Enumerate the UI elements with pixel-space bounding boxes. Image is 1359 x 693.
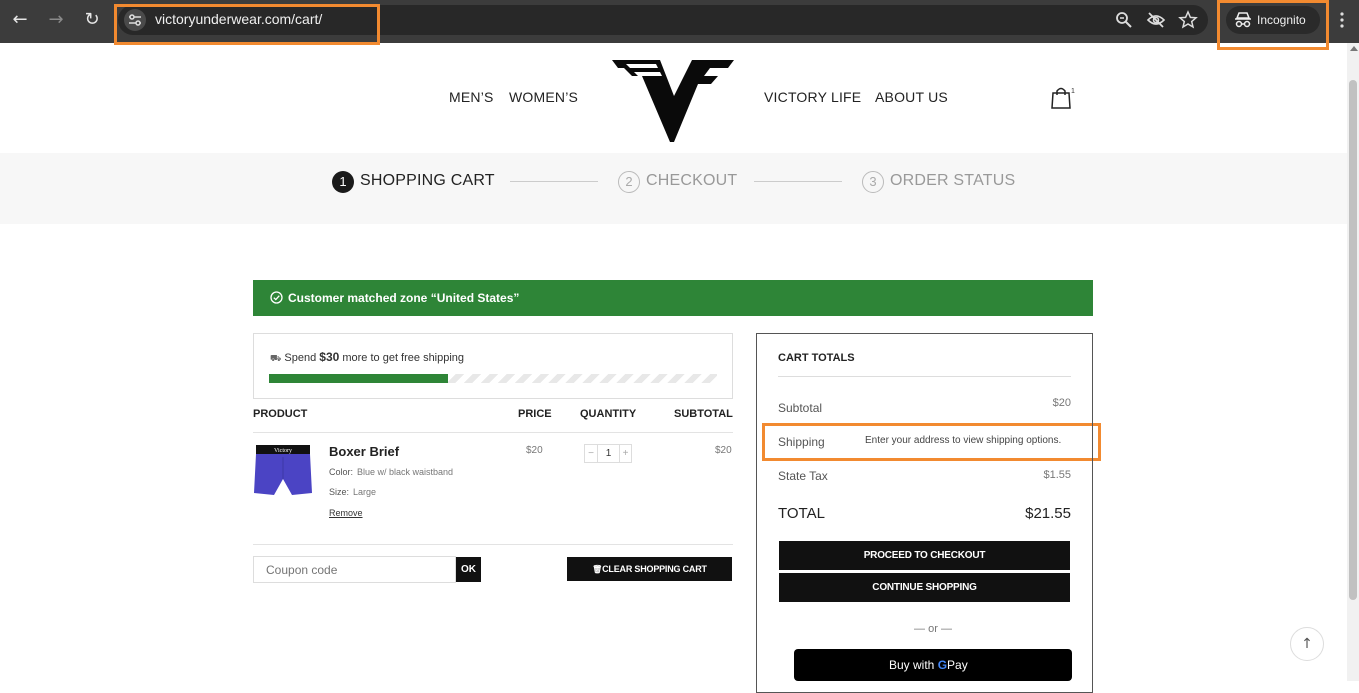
- scrollbar-thumb[interactable]: [1349, 80, 1357, 600]
- highlight-incognito: [1217, 0, 1329, 50]
- step-checkout: CHECKOUT: [646, 172, 738, 189]
- free-shipping-text: ⛟ Spend $30 more to get free shipping: [270, 350, 465, 364]
- item-price: $20: [526, 445, 543, 456]
- table-divider: [253, 544, 733, 545]
- zoom-icon[interactable]: [1114, 10, 1134, 30]
- step-2-number: 2: [618, 171, 640, 193]
- browser-menu-icon[interactable]: [1335, 10, 1349, 32]
- proceed-to-checkout-button[interactable]: PROCEED TO CHECKOUT: [779, 541, 1070, 570]
- continue-shopping-button[interactable]: CONTINUE SHOPPING: [779, 573, 1070, 602]
- notice-text: Customer matched zone “United States”: [288, 291, 520, 305]
- col-subtotal: SUBTOTAL: [674, 408, 733, 420]
- quantity-stepper[interactable]: − 1 +: [584, 444, 632, 463]
- col-quantity: QUANTITY: [580, 408, 637, 420]
- google-g-icon: G: [937, 658, 948, 672]
- eye-off-icon[interactable]: [1146, 10, 1166, 30]
- cart-totals-title: CART TOTALS: [778, 352, 855, 364]
- back-icon[interactable]: ←: [8, 8, 32, 32]
- qty-decrease-button[interactable]: −: [585, 445, 598, 462]
- total-value: $21.55: [1025, 505, 1071, 522]
- remove-item-link[interactable]: Remove: [329, 508, 363, 518]
- step-shopping-cart: SHOPPING CART: [360, 172, 495, 189]
- shipping-note: Enter your address to view shipping opti…: [865, 435, 1062, 446]
- free-shipping-progress-fill: [269, 374, 448, 383]
- site-logo[interactable]: [612, 56, 734, 149]
- cart-count: 1: [1071, 88, 1075, 95]
- qty-increase-button[interactable]: +: [619, 445, 631, 462]
- cart-bag-icon[interactable]: [1050, 86, 1072, 115]
- truck-icon: ⛟: [270, 354, 282, 364]
- product-name[interactable]: Boxer Brief: [329, 444, 399, 459]
- step-3-number: 3: [862, 171, 884, 193]
- table-divider: [253, 432, 733, 433]
- product-color: Color: Blue w/ black waistband: [329, 467, 454, 477]
- apply-coupon-button[interactable]: OK: [456, 557, 481, 582]
- coupon-input[interactable]: [253, 556, 456, 583]
- step-divider: [754, 181, 842, 182]
- col-product: PRODUCT: [253, 408, 308, 420]
- zone-notice: Customer matched zone “United States”: [253, 280, 1093, 316]
- step-divider: [510, 181, 598, 182]
- nav-mens[interactable]: MEN’S: [449, 89, 494, 105]
- col-price: PRICE: [518, 408, 552, 420]
- scroll-up-icon[interactable]: [1350, 46, 1358, 51]
- subtotal-value: $20: [1052, 397, 1071, 409]
- product-size: Size: Large: [329, 487, 377, 497]
- back-to-top-button[interactable]: ↑: [1290, 627, 1324, 661]
- reload-icon[interactable]: ↻: [80, 8, 104, 32]
- bookmark-star-icon[interactable]: [1178, 10, 1198, 30]
- waistband-text: Victory: [274, 448, 292, 454]
- item-subtotal: $20: [715, 445, 732, 456]
- highlight-url: [114, 4, 380, 45]
- free-shipping-amount: $30: [319, 350, 340, 364]
- check-circle-icon: [270, 291, 283, 304]
- state-tax-value: $1.55: [1043, 469, 1071, 481]
- nav-about-us[interactable]: ABOUT US: [875, 89, 948, 105]
- step-1-number: 1: [332, 171, 354, 193]
- trash-icon: 🗑: [592, 565, 603, 574]
- nav-victory-life[interactable]: VICTORY LIFE: [764, 89, 861, 105]
- total-label: TOTAL: [778, 505, 825, 522]
- nav-womens[interactable]: WOMEN’S: [509, 89, 578, 105]
- free-shipping-box: [253, 333, 733, 399]
- shipping-label: Shipping: [778, 435, 825, 449]
- clear-cart-button[interactable]: 🗑CLEAR SHOPPING CART: [567, 557, 732, 581]
- subtotal-label: Subtotal: [778, 401, 823, 415]
- totals-divider: [778, 376, 1071, 377]
- qty-value[interactable]: 1: [599, 445, 618, 462]
- state-tax-label: State Tax: [778, 469, 828, 483]
- forward-icon[interactable]: →: [44, 8, 68, 32]
- or-divider: — or —: [914, 623, 952, 635]
- step-order-status: ORDER STATUS: [890, 172, 1016, 189]
- product-thumbnail[interactable]: Victory: [252, 443, 314, 497]
- google-pay-button[interactable]: Buy with GPay: [794, 649, 1072, 681]
